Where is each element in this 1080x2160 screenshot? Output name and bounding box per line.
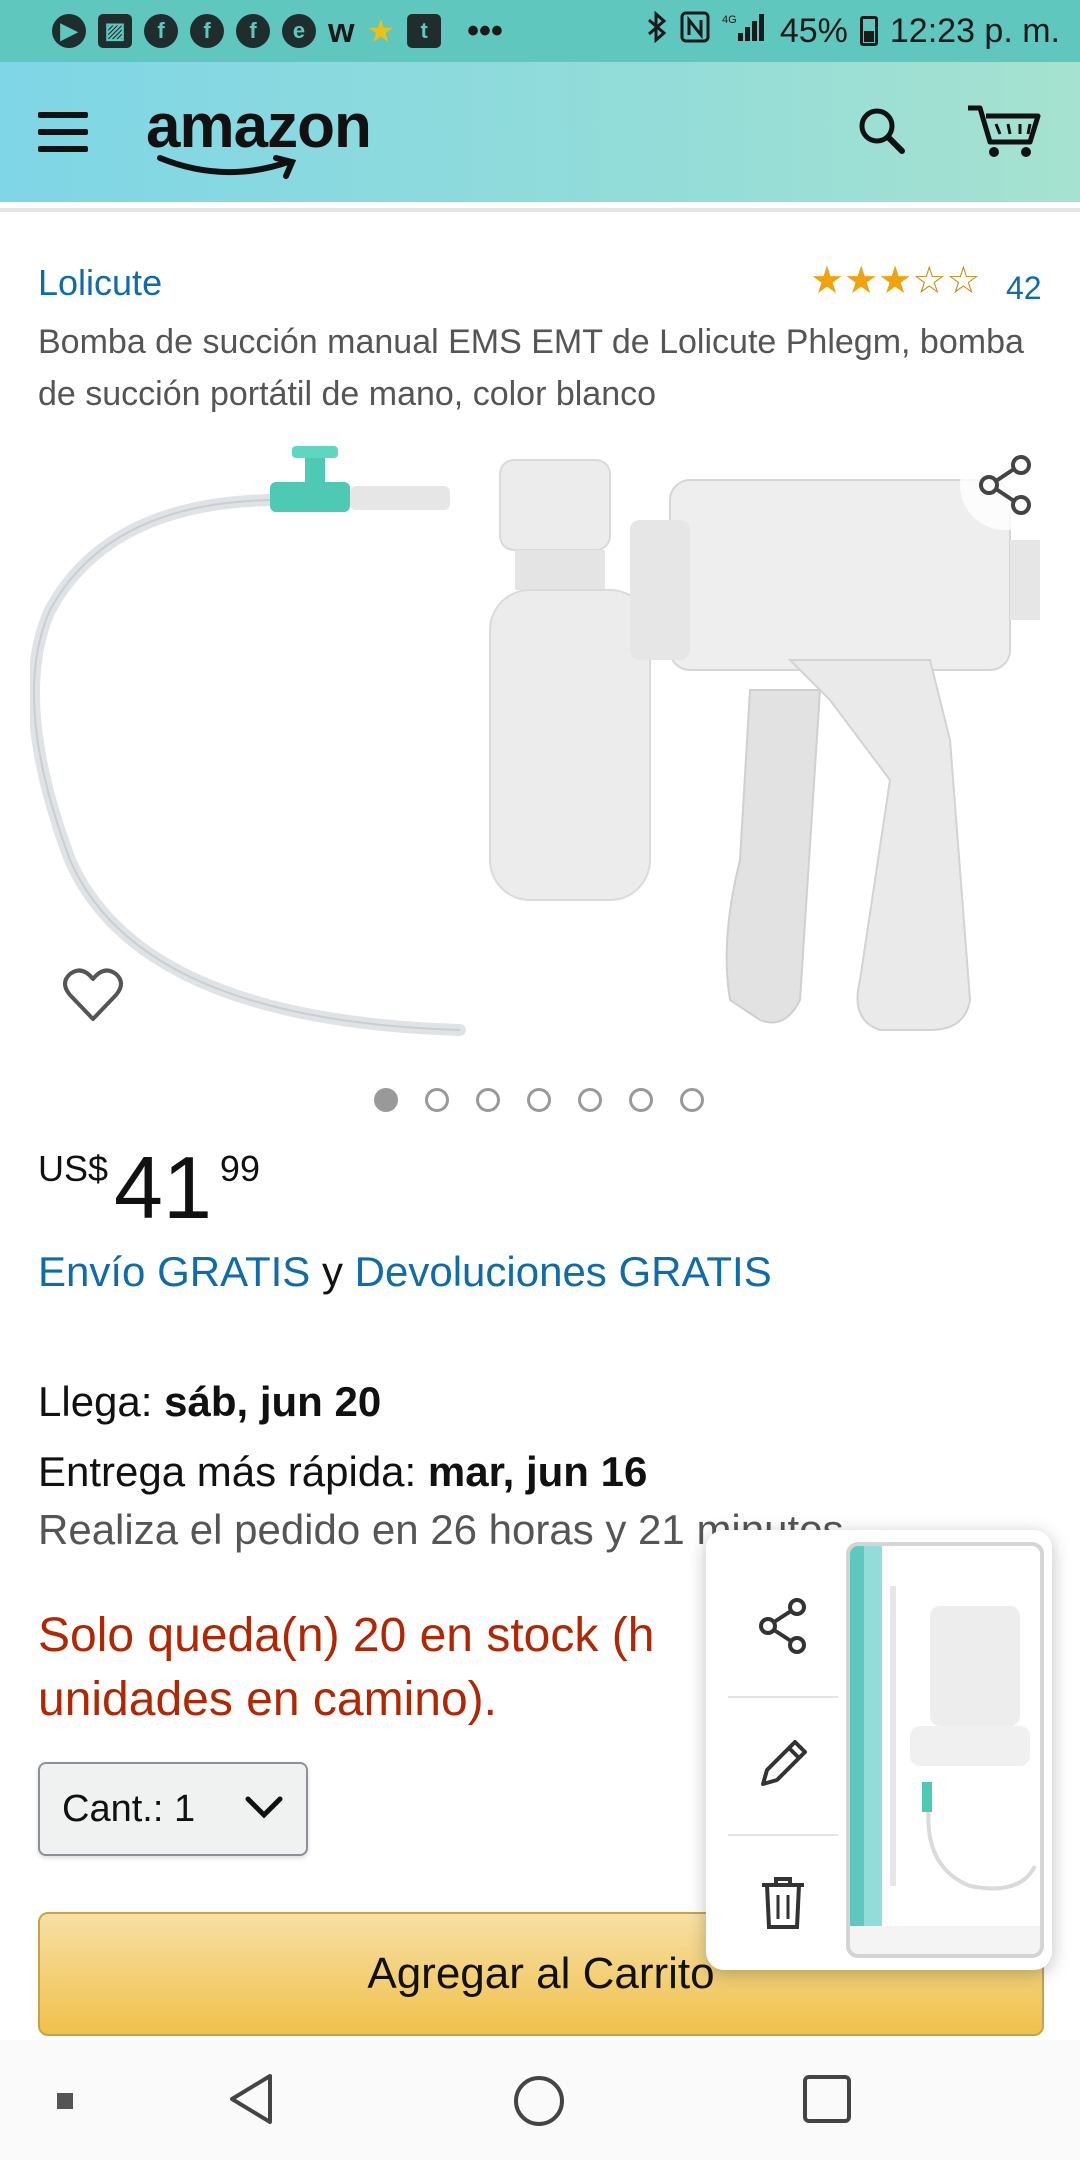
delete-icon	[760, 1875, 806, 1936]
recents-icon[interactable]	[802, 2074, 852, 2124]
carousel-dot[interactable]	[680, 1088, 704, 1112]
app-notification-icon: ▶	[52, 14, 86, 48]
carousel-dot[interactable]	[476, 1088, 500, 1112]
fastest-label: Entrega más rápida:	[38, 1448, 428, 1495]
carousel-dot[interactable]	[629, 1088, 653, 1112]
price-currency: US$	[38, 1148, 109, 1189]
quantity-label: Cant.:	[62, 1787, 174, 1830]
amazon-smile-icon	[157, 154, 297, 179]
quantity-value: 1	[173, 1787, 196, 1830]
edit-screenshot-button[interactable]	[728, 1698, 838, 1836]
fastest-date: mar, jun 16	[427, 1448, 648, 1495]
shipping-connector: y	[310, 1248, 355, 1295]
amazon-logo[interactable]: amazon	[146, 91, 372, 179]
quantity-select[interactable]: Cant.: 1	[38, 1762, 308, 1856]
header-divider	[0, 208, 1080, 212]
more-notifications-icon: •••	[467, 11, 503, 50]
arrive-label: Llega:	[38, 1378, 165, 1425]
share-screenshot-button[interactable]	[728, 1560, 838, 1698]
search-icon[interactable]	[856, 105, 906, 160]
fastest-delivery: Entrega más rápida: mar, jun 16	[38, 1448, 647, 1496]
star-full-icon: ★	[810, 260, 845, 302]
carousel-dot[interactable]	[425, 1088, 449, 1112]
star-notification-icon: ★	[366, 13, 396, 49]
nfc-icon	[680, 11, 710, 52]
price: US$ 41 99	[38, 1140, 260, 1236]
price-whole: 41	[114, 1138, 212, 1237]
free-shipping-link[interactable]: Envío GRATIS	[38, 1248, 310, 1295]
facebook-notification-icon: f	[144, 14, 178, 48]
svg-text:4G: 4G	[722, 14, 737, 26]
delivery-date: Llega: sáb, jun 20	[38, 1378, 381, 1426]
gallery-notification-icon: ▨	[98, 14, 132, 48]
screenshot-preview-panel	[706, 1530, 1052, 1970]
chevron-down-icon	[244, 1788, 284, 1831]
wishlist-heart-icon[interactable]	[58, 960, 128, 1030]
clock: 12:23 p. m.	[889, 11, 1060, 50]
hamburger-icon[interactable]	[38, 112, 88, 152]
bluetooth-icon	[646, 10, 668, 52]
notification-icons: ▶ ▨ f f f e w ★ t •••	[52, 12, 503, 51]
app-notification-icon: e	[282, 14, 316, 48]
back-icon[interactable]	[226, 2072, 276, 2126]
edit-icon	[755, 1736, 811, 1797]
brand-link[interactable]: Lolicute	[38, 262, 162, 304]
facebook-notification-icon: f	[236, 14, 270, 48]
tumblr-notification-icon: t	[407, 14, 442, 48]
screenshot-thumbnail[interactable]	[846, 1542, 1044, 1958]
system-nav-bar	[0, 2040, 1080, 2160]
delete-screenshot-button[interactable]	[728, 1836, 838, 1974]
star-rating[interactable]: ★ ★ ★ ☆ ☆	[810, 262, 980, 300]
signal-icon: 4G	[722, 11, 768, 52]
carousel-dot[interactable]	[527, 1088, 551, 1112]
share-icon	[757, 1597, 809, 1659]
facebook-notification-icon: f	[190, 14, 224, 48]
cart-icon[interactable]	[966, 102, 1042, 163]
home-icon[interactable]	[512, 2074, 566, 2128]
arrive-date: sáb, jun 20	[164, 1378, 382, 1425]
battery-icon	[859, 16, 878, 46]
carousel-dot[interactable]	[578, 1088, 602, 1112]
star-full-icon: ★	[844, 260, 879, 302]
free-returns-link[interactable]: Devoluciones GRATIS	[355, 1248, 772, 1295]
price-fraction: 99	[219, 1148, 260, 1189]
image-carousel-dots[interactable]	[374, 1088, 704, 1112]
status-bar: ▶ ▨ f f f e w ★ t ••• 4G 45% 12:23 p. m.	[0, 0, 1080, 62]
nav-dot-icon	[56, 2092, 74, 2110]
product-image[interactable]	[30, 440, 1050, 1040]
star-half-icon: ☆	[912, 260, 947, 302]
shipping-info: Envío GRATIS y Devoluciones GRATIS	[38, 1248, 772, 1296]
rating-count-link[interactable]: 42	[1006, 270, 1042, 307]
carousel-dot[interactable]	[374, 1088, 398, 1112]
screenshot-thumbnail-image	[850, 1546, 1040, 1954]
battery-percent: 45%	[779, 11, 848, 50]
star-full-icon: ★	[878, 260, 913, 302]
product-title: Bomba de succión manual EMS EMT de Lolic…	[38, 323, 1024, 413]
star-empty-icon: ☆	[946, 260, 981, 302]
wish-notification-icon: w	[328, 11, 355, 50]
share-icon[interactable]	[960, 440, 1050, 530]
app-header: amazon	[0, 62, 1080, 202]
